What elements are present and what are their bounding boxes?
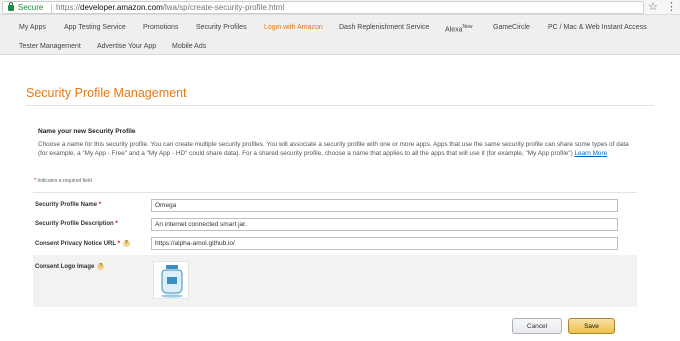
nav-pc-mac-web-instant-access[interactable]: PC / Mac & Web Instant Access: [548, 24, 647, 31]
privacy-url-input[interactable]: https://alpha-amol.github.io/: [151, 237, 618, 250]
nav-alexa[interactable]: AlexaNew: [445, 24, 473, 33]
nav-promotions[interactable]: Promotions: [143, 24, 178, 31]
profile-description-label-text: Security Profile Description: [35, 221, 114, 227]
nav-my-apps[interactable]: My Apps: [19, 24, 46, 31]
required-star: *: [34, 178, 36, 184]
profile-name-label-text: Security Profile Name: [35, 202, 98, 208]
browser-address-bar: Secure https://developer.amazon.com/lwa/…: [0, 0, 680, 15]
privacy-url-label: Consent Privacy Notice URL *?: [35, 240, 130, 247]
description-text: Choose a name for this security profile.…: [38, 141, 629, 157]
profile-description-input[interactable]: An internet connected smart jar.: [151, 218, 618, 231]
secure-label: Secure: [18, 3, 44, 12]
menu-icon[interactable]: ⋮: [666, 0, 677, 14]
section-heading: Name your new Security Profile: [38, 128, 136, 135]
nav-alexa-new-badge: New: [462, 24, 473, 30]
privacy-url-label-text: Consent Privacy Notice URL: [35, 241, 116, 248]
form-row-logo: Consent Logo Image?: [33, 255, 637, 307]
lock-icon: [8, 2, 14, 11]
required-note-text: Indicates a required field: [37, 178, 92, 184]
learn-more-link[interactable]: Learn More: [574, 150, 607, 157]
consent-logo-image[interactable]: [153, 261, 189, 299]
required-star: *: [117, 241, 120, 248]
url-scheme: https://: [56, 3, 81, 12]
nav-mobile-ads[interactable]: Mobile Ads: [172, 43, 206, 50]
profile-name-label: Security Profile Name *: [35, 202, 101, 208]
nav-advertise-your-app[interactable]: Advertise Your App: [97, 43, 156, 50]
jar-logo-icon: [161, 265, 183, 298]
top-navigation: My Apps App Testing Service Promotions S…: [0, 15, 680, 55]
help-icon[interactable]: ?: [122, 240, 130, 247]
logo-image-label: Consent Logo Image?: [35, 263, 105, 271]
nav-gamecircle[interactable]: GameCircle: [493, 24, 530, 31]
help-icon[interactable]: ?: [97, 263, 105, 270]
nav-alexa-label: Alexa: [445, 26, 463, 34]
logo-image-label-text: Consent Logo Image: [35, 264, 95, 271]
cancel-button[interactable]: Cancel: [512, 318, 562, 334]
required-star: *: [115, 221, 118, 227]
url-text[interactable]: https://developer.amazon.com/lwa/sp/crea…: [56, 3, 284, 12]
url-path: /lwa/sp/create-security-profile.html: [162, 3, 285, 12]
profile-name-input[interactable]: Omega: [151, 199, 618, 212]
url-host: developer.amazon.com: [80, 3, 163, 12]
page-title: Security Profile Management: [26, 86, 187, 100]
title-divider: [26, 105, 654, 106]
address-separator: [51, 4, 52, 13]
profile-description-label: Security Profile Description *: [35, 221, 118, 227]
star-icon[interactable]: ☆: [648, 0, 658, 14]
url-field[interactable]: Secure https://developer.amazon.com/lwa/…: [2, 1, 644, 14]
nav-security-profiles[interactable]: Security Profiles: [196, 24, 247, 31]
nav-app-testing-service[interactable]: App Testing Service: [64, 24, 126, 31]
nav-tester-management[interactable]: Tester Management: [19, 43, 81, 50]
required-field-note: * Indicates a required field: [34, 178, 92, 184]
security-profile-form: Security Profile Name * Omega Security P…: [33, 192, 637, 307]
save-button[interactable]: Save: [568, 318, 615, 334]
nav-login-with-amazon[interactable]: Login with Amazon: [264, 24, 323, 31]
section-description: Choose a name for this security profile.…: [38, 141, 638, 158]
required-star: *: [98, 202, 102, 208]
nav-dash-replenishment-service[interactable]: Dash Replenishment Service: [339, 24, 429, 31]
